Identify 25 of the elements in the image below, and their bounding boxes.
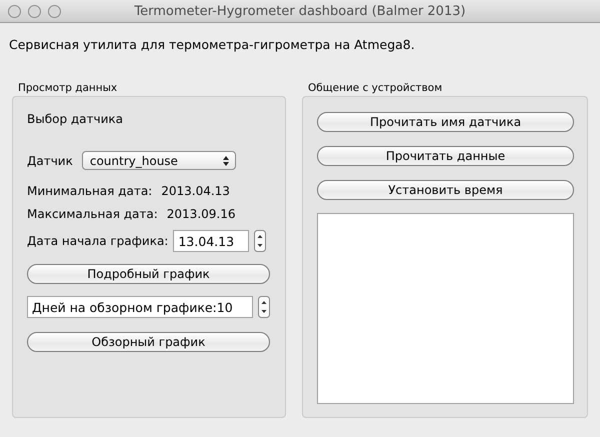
date-value: 2013.09.16: [166, 207, 236, 221]
group-title: Просмотр данных: [18, 82, 118, 94]
dropdown-arrows-icon: [222, 156, 229, 166]
window-title: Termometer-Hygrometer dashboard (Balmer 2013): [134, 4, 466, 18]
stepper[interactable]: [258, 296, 270, 318]
window-control-icon[interactable]: [8, 4, 21, 18]
stepper[interactable]: [254, 230, 266, 252]
field-label: Минимальная дата:: [27, 184, 152, 198]
date-field[interactable]: 13.04.13: [173, 230, 250, 252]
field-label: Дата начала графика:: [27, 234, 168, 248]
action-button[interactable]: Установить время: [317, 180, 574, 200]
date-value: 2013.04.13: [161, 184, 230, 198]
group-title: Общение с устройством: [308, 82, 442, 94]
overview-chart-button[interactable]: Обзорный график: [27, 332, 270, 352]
window-control-icon[interactable]: [48, 4, 61, 18]
action-button[interactable]: Прочитать данные: [317, 146, 574, 166]
section-heading: Выбор датчика: [27, 112, 124, 126]
action-button[interactable]: Прочитать имя датчика: [317, 112, 574, 132]
description-text: Сервисная утилита для термометра-гигрометра на Atmega8.: [9, 37, 416, 52]
field-label: Датчик: [27, 154, 73, 168]
detail-chart-button[interactable]: Подробный график: [27, 264, 270, 284]
days-field[interactable]: Дней на обзорном графике:10: [27, 296, 253, 318]
field-label: Максимальная дата:: [27, 207, 158, 221]
window-control-icon[interactable]: [28, 4, 41, 18]
sensor-dropdown[interactable]: country_house: [82, 151, 236, 170]
